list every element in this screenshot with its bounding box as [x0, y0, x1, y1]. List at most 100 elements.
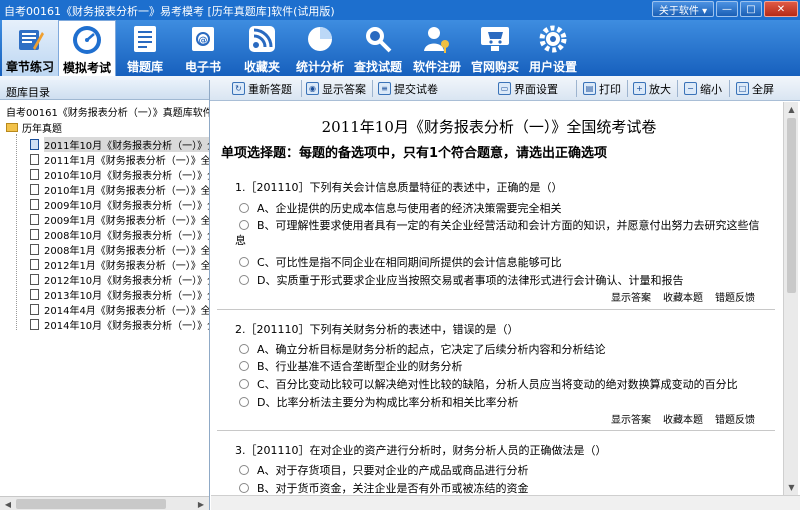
- question-actions: 显示答案 收藏本题 错题反馈: [611, 289, 755, 304]
- tree-folder-past-exams[interactable]: 历年真题: [6, 120, 62, 135]
- report-error-link[interactable]: 错题反馈: [715, 289, 755, 304]
- zoom-in-icon: +: [633, 82, 646, 95]
- radio-icon[interactable]: [239, 344, 249, 354]
- option-radio[interactable]: D、比率分析法主要分为构成比率分析和相关比率分析: [239, 394, 518, 410]
- toolbar-divider: [576, 80, 577, 97]
- print-button[interactable]: ▤ 打印: [583, 80, 621, 97]
- tree-item[interactable]: 2009年10月《财务报表分析（一）》全: [30, 197, 209, 212]
- radio-icon[interactable]: [239, 397, 249, 407]
- minimize-button[interactable]: —: [716, 1, 738, 17]
- document-icon: [30, 213, 39, 225]
- question-divider: [217, 309, 775, 310]
- scroll-up-icon[interactable]: ▲: [785, 103, 798, 116]
- document-icon: [30, 258, 39, 270]
- question-stem: 2.［201110］下列有关财务分析的表述中，错误的是（）: [235, 323, 519, 336]
- report-error-link[interactable]: 错题反馈: [715, 411, 755, 426]
- tree-item[interactable]: 2008年1月《财务报表分析（一）》全[: [30, 242, 209, 257]
- mock-exam-button[interactable]: 模拟考试: [58, 20, 116, 76]
- document-icon: [30, 168, 39, 180]
- official-purchase-button[interactable]: 官网购买: [466, 20, 524, 76]
- maximize-button[interactable]: □: [740, 1, 762, 17]
- scroll-left-icon[interactable]: ◀: [1, 498, 15, 510]
- scroll-thumb[interactable]: [787, 118, 796, 293]
- tree-item[interactable]: 2013年10月《财务报表分析（一）》全: [30, 287, 209, 302]
- toolbar-divider: [301, 80, 302, 97]
- favorite-question-link[interactable]: 收藏本题: [663, 411, 703, 426]
- tree-root[interactable]: 自考00161《财务报表分析（一）》真题库软件: [6, 104, 209, 119]
- radio-icon[interactable]: [239, 203, 249, 213]
- radio-icon[interactable]: [239, 483, 249, 493]
- show-answer-link[interactable]: 显示答案: [611, 289, 651, 304]
- submit-exam-button[interactable]: ≡ 提交试卷: [378, 80, 438, 97]
- chapter-practice-button[interactable]: 章节练习: [2, 20, 58, 76]
- close-button[interactable]: ✕: [764, 1, 798, 17]
- radio-icon[interactable]: [239, 275, 249, 285]
- rss-icon: [245, 22, 279, 56]
- scroll-thumb[interactable]: [16, 499, 166, 509]
- statistics-button[interactable]: 统计分析: [292, 20, 348, 76]
- option-radio[interactable]: D、实质重于形式要求企业应当按照交易或者事项的法律形式进行会计确认、计量和报告: [239, 272, 683, 288]
- question-stem: 3.［201110］在对企业的资产进行分析时，财务分析人员的正确做法是（）: [235, 444, 607, 457]
- svg-text:@: @: [199, 36, 208, 46]
- redo-answers-button[interactable]: ↻ 重新答题: [232, 80, 292, 97]
- gauge-icon: [70, 23, 104, 57]
- ebook-button[interactable]: @ 电子书: [174, 20, 232, 76]
- show-answer-button[interactable]: ◉ 显示答案: [306, 80, 366, 97]
- option-radio[interactable]: A、企业提供的历史成本信息与使用者的经济决策需要完全相关: [239, 200, 562, 216]
- vertical-scrollbar[interactable]: ▲ ▼: [783, 102, 798, 495]
- search-questions-button[interactable]: 查找试题: [348, 20, 408, 76]
- zoom-out-button[interactable]: − 缩小: [684, 80, 722, 97]
- favorites-button[interactable]: 收藏夹: [232, 20, 292, 76]
- tree-item[interactable]: 2008年10月《财务报表分析（一）》全: [30, 227, 209, 242]
- document-icon: [30, 198, 39, 210]
- option-radio[interactable]: C、可比性是指不同企业在相同期间所提供的会计信息能够可比: [239, 254, 562, 270]
- question-bank-panel: 题库目录 自考00161《财务报表分析（一）》真题库软件 历年真题 2011年1…: [0, 80, 210, 510]
- radio-icon[interactable]: [239, 465, 249, 475]
- radio-icon[interactable]: [239, 361, 249, 371]
- tree-item[interactable]: 2012年1月《财务报表分析（一）》全[: [30, 257, 209, 272]
- exam-content: 2011年10月《财务报表分析（一）》全国统考试卷 单项选择题：每题的备选项中，…: [211, 102, 783, 495]
- tree-item[interactable]: 2014年10月《财务报表分析（一）》全: [30, 317, 209, 332]
- radio-icon[interactable]: [239, 220, 249, 230]
- favorite-question-link[interactable]: 收藏本题: [663, 289, 703, 304]
- pie-chart-icon: [303, 22, 337, 56]
- tree-item[interactable]: 2010年1月《财务报表分析（一）》全[: [30, 182, 209, 197]
- tree-item[interactable]: 2012年10月《财务报表分析（一）》全: [30, 272, 209, 287]
- document-icon: ≡: [378, 82, 391, 95]
- tree-item[interactable]: 2011年10月《财务报表分析（一）》全: [30, 136, 209, 152]
- user-settings-button[interactable]: 用户设置: [524, 20, 582, 76]
- notebook-icon: [128, 22, 162, 56]
- document-icon: [30, 288, 39, 300]
- document-icon: [30, 243, 39, 255]
- radio-icon[interactable]: [239, 257, 249, 267]
- tree-item[interactable]: 2014年4月《财务报表分析（一）》全[: [30, 302, 209, 317]
- ui-settings-button[interactable]: ▭ 界面设置: [498, 80, 558, 97]
- about-software-menu[interactable]: 关于软件 ▾: [652, 1, 714, 17]
- zoom-in-button[interactable]: + 放大: [633, 80, 671, 97]
- software-register-button[interactable]: 软件注册: [408, 20, 466, 76]
- window-title: 自考00161《财务报表分析一》易考模考 [历年真题库]软件(试用版): [4, 5, 335, 18]
- option-radio[interactable]: B、可理解性要求使用者具有一定的有关企业经营活动和会计方面的知识，并愿意付出努力…: [235, 218, 770, 248]
- show-answer-link[interactable]: 显示答案: [611, 411, 651, 426]
- option-radio[interactable]: B、行业基准不适合垄断型企业的财务分析: [239, 358, 463, 374]
- wrong-questions-button[interactable]: 错题库: [116, 20, 174, 76]
- toolbar-divider: [729, 80, 730, 97]
- tree-item[interactable]: 2011年1月《财务报表分析（一）》全[: [30, 152, 209, 167]
- horizontal-scrollbar[interactable]: ◀ ▶: [0, 496, 209, 510]
- option-radio[interactable]: C、百分比变动比较可以解决绝对性比较的缺陷，分析人员应当将变动的绝对数换算成变动…: [239, 376, 738, 392]
- ebook-icon: @: [186, 22, 220, 56]
- option-radio[interactable]: A、确立分析目标是财务分析的起点，它决定了后续分析内容和分析结论: [239, 341, 606, 357]
- document-icon: [30, 138, 39, 150]
- tree-item[interactable]: 2009年1月《财务报表分析（一）》全[: [30, 212, 209, 227]
- radio-icon[interactable]: [239, 379, 249, 389]
- scroll-right-icon[interactable]: ▶: [194, 498, 208, 510]
- tree-item[interactable]: 2010年10月《财务报表分析（一）》全: [30, 167, 209, 182]
- scroll-down-icon[interactable]: ▼: [785, 481, 798, 494]
- fullscreen-button[interactable]: □ 全屏: [736, 80, 774, 97]
- window-controls: 关于软件 ▾ — □ ✕: [652, 1, 798, 17]
- question-actions: 显示答案 收藏本题 错题反馈: [611, 411, 755, 426]
- option-radio[interactable]: A、对于存货项目，只要对企业的产成品或商品进行分析: [239, 462, 529, 478]
- directory-tree: 自考00161《财务报表分析（一）》真题库软件 历年真题 2011年10月《财务…: [0, 102, 209, 496]
- zoom-out-icon: −: [684, 82, 697, 95]
- option-radio[interactable]: B、对于货币资金，关注企业是否有外币或被冻结的资金: [239, 480, 529, 495]
